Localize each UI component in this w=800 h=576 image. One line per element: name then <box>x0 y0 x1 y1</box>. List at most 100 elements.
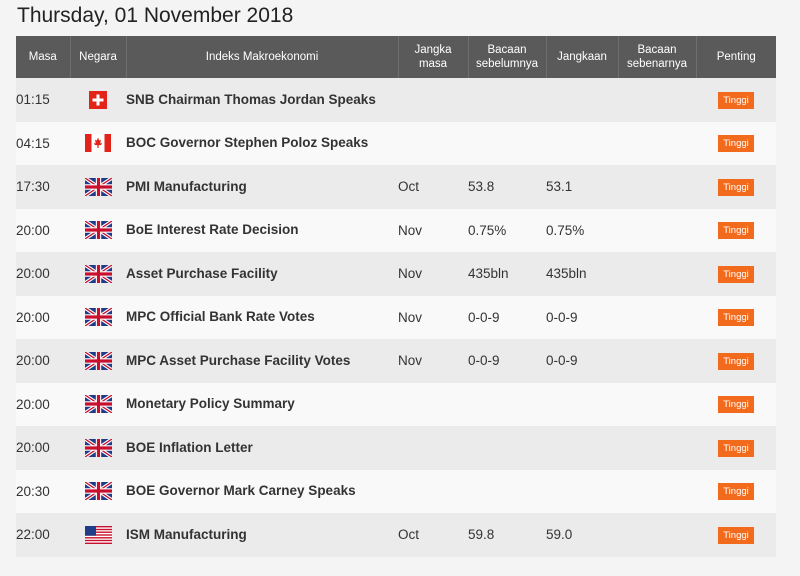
table-row[interactable]: 01:15 SNB Chairman Thomas Jordan Speaks … <box>16 78 776 122</box>
table-header-row: Masa Negara Indeks Makroekonomi Jangka m… <box>16 36 776 78</box>
event-country <box>70 78 126 122</box>
uk-flag-icon <box>84 351 112 370</box>
event-actual <box>618 296 696 340</box>
page-title: Thursday, 01 November 2018 <box>17 4 294 27</box>
event-time: 20:00 <box>16 396 50 412</box>
header-event: Indeks Makroekonomi <box>126 36 399 78</box>
event-actual <box>618 470 696 514</box>
event-name[interactable]: SNB Chairman Thomas Jordan Speaks <box>126 78 398 122</box>
table-row[interactable]: 22:00 ISM Manufacturing Oct 59.8 59.0 Ti… <box>16 513 776 557</box>
event-time: 20:00 <box>16 222 50 238</box>
event-name[interactable]: BOC Governor Stephen Poloz Speaks <box>126 122 398 166</box>
header-actual: Bacaan sebenarnya <box>618 36 697 78</box>
event-country <box>70 209 126 253</box>
header-period: Jangka masa <box>398 36 469 78</box>
event-importance: Tinggi <box>696 122 776 166</box>
switzerland-flag-icon <box>89 90 107 109</box>
event-name[interactable]: MPC Official Bank Rate Votes <box>126 296 398 340</box>
table-row[interactable]: 20:00 MPC Official Bank Rate Votes Nov 0… <box>16 295 776 340</box>
event-forecast <box>546 78 618 122</box>
event-period <box>398 78 468 122</box>
event-name[interactable]: Asset Purchase Facility <box>126 252 398 296</box>
event-importance: Tinggi <box>696 252 776 296</box>
event-forecast <box>546 470 618 514</box>
event-previous: 435bln <box>468 266 509 282</box>
event-period <box>398 426 468 470</box>
event-previous <box>468 78 546 122</box>
table-row[interactable]: 20:00 Asset Purchase Facility Nov 435bln… <box>16 252 776 296</box>
event-actual <box>618 252 696 296</box>
event-forecast: 435bln <box>546 266 587 282</box>
event-period: Nov <box>398 309 423 325</box>
uk-flag-icon <box>84 177 112 196</box>
event-previous: 53.8 <box>468 179 495 195</box>
event-name[interactable]: MPC Asset Purchase Facility Votes <box>126 339 398 383</box>
event-importance: Tinggi <box>696 513 776 557</box>
uk-flag-icon <box>84 308 112 327</box>
event-forecast <box>546 122 618 166</box>
importance-badge: Tinggi <box>718 91 754 109</box>
event-time: 22:00 <box>16 527 50 543</box>
event-importance: Tinggi <box>696 209 776 253</box>
event-actual <box>618 122 696 166</box>
importance-badge: Tinggi <box>718 265 754 283</box>
event-name[interactable]: PMI Manufacturing <box>126 165 398 209</box>
event-period: Oct <box>398 527 420 543</box>
table-row[interactable]: 20:00 Monetary Policy Summary Tinggi <box>16 382 776 427</box>
event-time: 20:00 <box>16 353 50 369</box>
header-previous: Bacaan sebelumnya <box>468 36 547 78</box>
event-forecast: 0.75% <box>546 222 585 238</box>
event-actual <box>618 209 696 253</box>
importance-badge: Tinggi <box>718 526 754 544</box>
table-row[interactable]: 20:00 BoE Interest Rate Decision Nov 0.7… <box>16 208 776 253</box>
event-previous: 0-0-9 <box>468 309 500 325</box>
event-previous: 59.8 <box>468 527 495 543</box>
event-name[interactable]: Monetary Policy Summary <box>126 383 398 427</box>
event-actual <box>618 383 696 427</box>
uk-flag-icon <box>84 395 112 414</box>
importance-badge: Tinggi <box>718 352 754 370</box>
event-importance: Tinggi <box>696 470 776 514</box>
table-row[interactable]: 04:15 BOC Governor Stephen Poloz Speaks … <box>16 121 776 166</box>
header-importance: Penting <box>696 36 776 78</box>
event-time: 20:00 <box>16 440 50 456</box>
event-importance: Tinggi <box>696 165 776 209</box>
uk-flag-icon <box>84 482 112 501</box>
event-time: 01:15 <box>16 92 50 108</box>
event-importance: Tinggi <box>696 426 776 470</box>
header-country: Negara <box>70 36 127 78</box>
event-name[interactable]: BOE Governor Mark Carney Speaks <box>126 470 398 514</box>
event-country <box>70 470 126 514</box>
event-forecast <box>546 426 618 470</box>
event-forecast <box>546 383 618 427</box>
event-importance: Tinggi <box>696 339 776 383</box>
calendar-body: 01:15 SNB Chairman Thomas Jordan Speaks … <box>16 78 776 557</box>
table-row[interactable]: 20:00 MPC Asset Purchase Facility Votes … <box>16 339 776 383</box>
table-row[interactable]: 20:00 BOE Inflation Letter Tinggi <box>16 426 776 470</box>
importance-badge: Tinggi <box>718 135 754 153</box>
importance-badge: Tinggi <box>718 439 754 457</box>
event-previous <box>468 470 546 514</box>
importance-badge: Tinggi <box>718 222 754 240</box>
event-country <box>70 252 126 296</box>
event-name[interactable]: BOE Inflation Letter <box>126 426 398 470</box>
event-actual <box>618 426 696 470</box>
event-name[interactable]: ISM Manufacturing <box>126 513 398 557</box>
event-country <box>70 296 126 340</box>
event-name[interactable]: BoE Interest Rate Decision <box>126 209 398 253</box>
importance-badge: Tinggi <box>718 396 754 414</box>
us-flag-icon <box>84 525 112 544</box>
economic-calendar-table: Masa Negara Indeks Makroekonomi Jangka m… <box>16 36 776 557</box>
event-period: Oct <box>398 179 420 195</box>
table-row[interactable]: 17:30 PMI Manufacturing Oct 53.8 53.1 Ti… <box>16 165 776 209</box>
event-previous <box>468 426 546 470</box>
event-previous <box>468 383 546 427</box>
event-actual <box>618 339 696 383</box>
event-period: Nov <box>398 266 423 282</box>
table-row[interactable]: 20:30 BOE Governor Mark Carney Speaks Ti… <box>16 469 776 514</box>
event-period: Nov <box>398 353 423 369</box>
event-country <box>70 165 126 209</box>
importance-badge: Tinggi <box>718 178 754 196</box>
event-period <box>398 383 468 427</box>
canada-flag-icon <box>85 134 111 153</box>
